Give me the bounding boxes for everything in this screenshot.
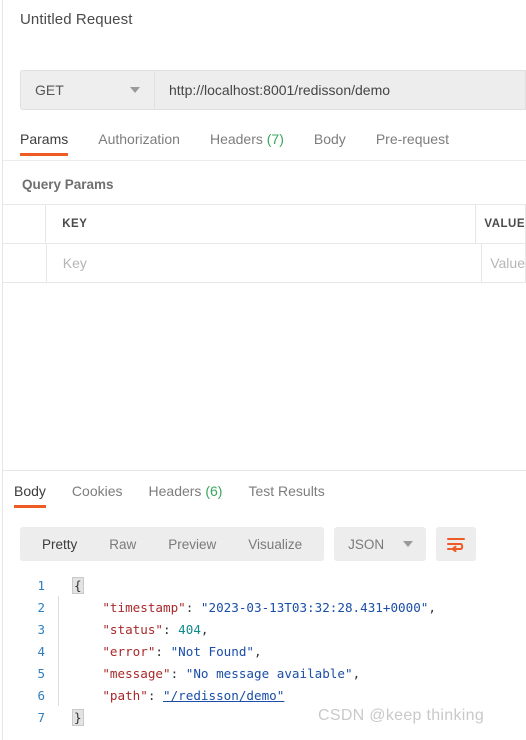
row-checkbox-cell[interactable] (3, 244, 47, 282)
json-key: "timestamp" (72, 599, 186, 615)
request-tabs-underline (3, 160, 526, 161)
fold-guide (58, 574, 59, 596)
json-value: "No message available" (185, 665, 353, 681)
chevron-down-icon (130, 87, 140, 93)
tab-cookies[interactable]: Cookies (72, 483, 123, 508)
fold-guide (58, 684, 59, 706)
postman-window: Untitled Request GET http://localhost:80… (0, 0, 526, 740)
fold-guide (58, 640, 59, 662)
tab-response-headers-label: Headers (148, 483, 202, 499)
column-header-value: VALUE (484, 218, 525, 230)
json-value: 404 (178, 621, 201, 637)
tab-test-results-label: Test Results (248, 483, 325, 499)
http-method-select[interactable]: GET (20, 70, 155, 110)
tab-headers-label: Headers (209, 131, 263, 147)
tab-body[interactable]: Body (314, 131, 346, 156)
json-value-link[interactable]: "/redisson/demo" (163, 688, 284, 703)
tab-test-results[interactable]: Test Results (248, 483, 324, 508)
tab-params[interactable]: Params (20, 131, 69, 156)
line-number: 1 (37, 577, 45, 593)
json-key: "path" (72, 687, 148, 703)
json-separator: : (155, 643, 171, 659)
response-format-label: JSON (348, 536, 385, 552)
line-number: 5 (37, 665, 45, 681)
code-line: 2 "timestamp": "2023-03-13T03:32:28.431+… (3, 596, 526, 618)
request-tabs: Params Authorization Headers (7) Body Pr… (20, 131, 526, 161)
table-header-row: KEY VALUE (3, 205, 526, 244)
view-mode-visualize[interactable]: Visualize (232, 537, 318, 552)
wrap-text-icon (447, 538, 466, 552)
chevron-down-icon (403, 541, 414, 547)
select-all-checkbox-cell[interactable] (3, 205, 47, 243)
fold-guide (58, 662, 59, 684)
code-line: 1 { (3, 574, 526, 596)
query-params-label: Query Params (22, 177, 114, 192)
line-number: 2 (37, 599, 45, 615)
param-key-input[interactable]: Key (63, 255, 87, 271)
code-line: 4 "error": "Not Found", (3, 640, 526, 662)
json-key: "status" (72, 621, 163, 637)
tab-response-headers-count: (6) (205, 483, 223, 499)
url-bar: GET http://localhost:8001/redisson/demo (20, 70, 526, 110)
json-comma: , (352, 665, 361, 681)
json-comma: , (428, 599, 436, 615)
code-brace-open: { (72, 576, 84, 594)
json-separator: : (163, 621, 179, 637)
code-brace-close: } (72, 708, 84, 726)
query-params-table: KEY VALUE Key Value (3, 204, 526, 284)
line-number: 6 (37, 687, 45, 703)
tab-authorization[interactable]: Authorization (98, 131, 180, 156)
tab-headers-count: (7) (266, 131, 284, 147)
tab-cookies-label: Cookies (71, 483, 123, 499)
tab-authorization-label: Authorization (98, 131, 180, 147)
table-row: Key Value (3, 244, 526, 283)
json-comma: , (253, 643, 262, 659)
tab-response-body[interactable]: Body (14, 483, 46, 508)
page-title: Untitled Request (20, 11, 133, 28)
view-mode-pretty[interactable]: Pretty (26, 537, 93, 552)
code-line: 3 "status": 404, (3, 618, 526, 640)
tab-params-label: Params (20, 131, 69, 147)
json-comma: , (200, 621, 209, 637)
json-separator: : (185, 599, 201, 615)
wrap-text-button[interactable] (436, 527, 477, 561)
tab-body-label: Body (313, 131, 346, 147)
tab-pre-request-label: Pre-request (375, 131, 449, 147)
fold-guide (58, 618, 59, 640)
json-key: "message" (72, 665, 171, 681)
watermark: CSDN @keep thinking (318, 707, 485, 724)
fold-guide (58, 596, 59, 618)
code-line: 6 "path": "/redisson/demo" (3, 684, 526, 706)
json-separator: : (147, 687, 163, 703)
view-mode-preview[interactable]: Preview (152, 537, 232, 552)
response-divider (3, 470, 526, 471)
json-key: "error" (72, 643, 156, 659)
line-number: 3 (37, 621, 45, 637)
tab-response-headers[interactable]: Headers (6) (149, 483, 223, 508)
line-number: 7 (37, 709, 45, 725)
code-line: 5 "message": "No message available", (3, 662, 526, 684)
column-header-key: KEY (62, 218, 88, 230)
line-number: 4 (37, 643, 45, 659)
view-mode-group: Pretty Raw Preview Visualize (20, 527, 325, 561)
param-value-input[interactable]: Value (490, 255, 525, 271)
response-format-select[interactable]: JSON (334, 527, 427, 561)
response-tabs: Body Cookies Headers (6) Test Results (14, 483, 526, 513)
tab-response-body-label: Body (14, 483, 46, 499)
json-separator: : (170, 665, 186, 681)
tab-pre-request[interactable]: Pre-request (376, 131, 449, 156)
http-method-label: GET (35, 82, 64, 98)
json-value: "2023-03-13T03:32:28.431+0000" (200, 599, 429, 615)
tab-headers[interactable]: Headers (7) (210, 131, 284, 156)
response-toolbar: Pretty Raw Preview Visualize JSON (20, 527, 477, 561)
url-input[interactable]: http://localhost:8001/redisson/demo (155, 70, 526, 110)
view-mode-raw[interactable]: Raw (93, 537, 152, 552)
fold-guide (58, 706, 59, 728)
json-value: "Not Found" (170, 643, 254, 659)
